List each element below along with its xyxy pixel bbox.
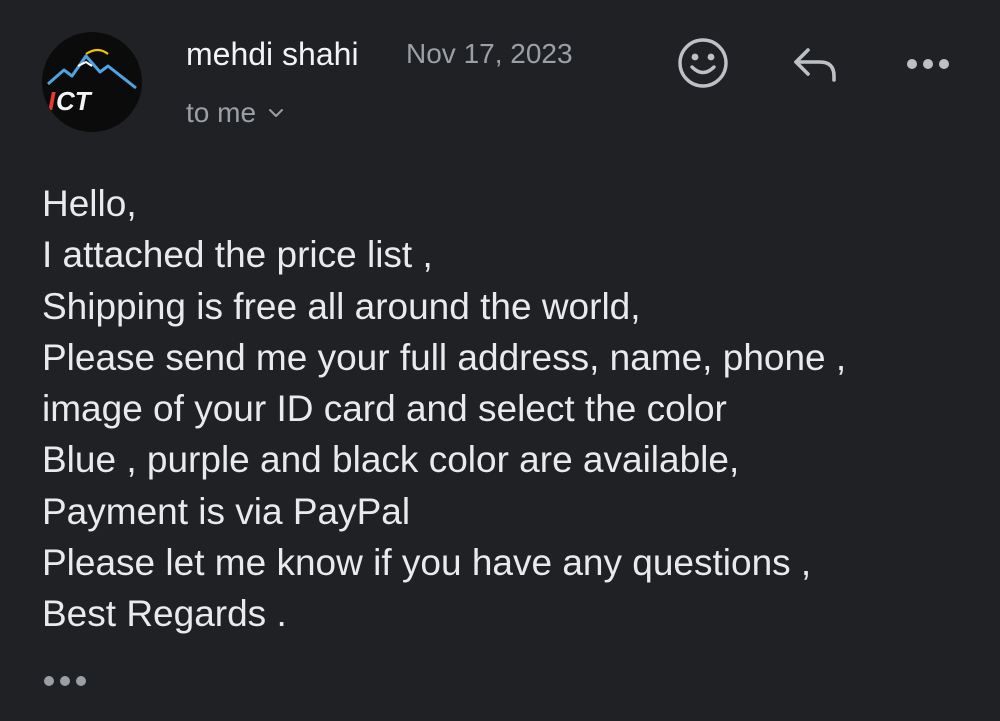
ellipsis-icon: [44, 676, 86, 686]
chevron-down-icon: [269, 109, 284, 117]
show-trimmed-content-button[interactable]: [42, 664, 94, 698]
sender-avatar[interactable]: I CT: [42, 32, 142, 132]
body-line: image of your ID card and select the col…: [42, 388, 727, 430]
body-line: Payment is via PayPal: [42, 490, 411, 532]
mountain-logo-icon: I CT: [47, 48, 137, 116]
more-horizontal-icon: [907, 59, 949, 69]
body-line: I attached the price list ,: [42, 234, 433, 276]
more-options-button[interactable]: [900, 44, 956, 84]
logo-text: CT: [56, 86, 93, 116]
add-reaction-button[interactable]: [674, 34, 732, 92]
reply-button[interactable]: [786, 38, 844, 90]
body-line: Hello,: [42, 183, 137, 224]
body-line: Shipping is free all around the world,: [42, 285, 641, 327]
recipient-label: to me: [186, 97, 257, 128]
svg-text:I: I: [48, 86, 56, 116]
body-line: Best Regards .: [42, 593, 287, 635]
email-date: Nov 17, 2023: [406, 38, 573, 69]
sender-name[interactable]: mehdi shahi: [186, 36, 359, 72]
body-line: Please let me know if you have any quest…: [42, 542, 812, 584]
recipient-details-toggle[interactable]: to me: [186, 96, 286, 130]
body-line: Please send me your full address, name, …: [42, 336, 847, 378]
reply-arrow-icon: [794, 48, 836, 82]
body-line: Blue , purple and black color are availa…: [42, 439, 740, 481]
smiley-icon: [678, 38, 728, 88]
email-body: Hello, I attached the price list , Shipp…: [42, 178, 982, 640]
